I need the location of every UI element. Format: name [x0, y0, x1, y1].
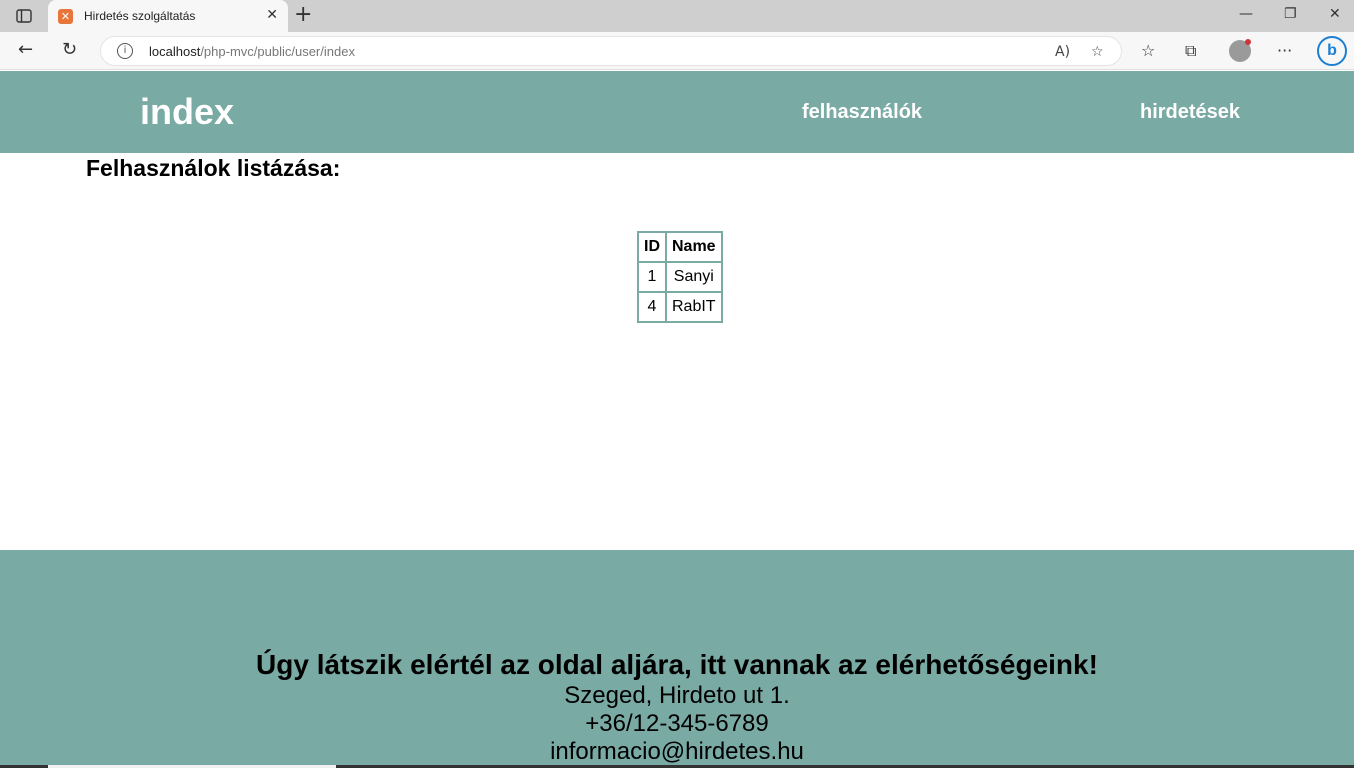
favorites-icon[interactable]: ☆ — [1141, 41, 1155, 60]
page-heading: Felhasználok listázása: — [86, 155, 341, 181]
table-cell-id: 1 — [638, 262, 666, 292]
tab-title: Hirdetés szolgáltatás — [84, 9, 196, 23]
table-header-row: ID Name — [638, 232, 722, 262]
table-cell-id: 4 — [638, 292, 666, 322]
info-icon[interactable]: i — [117, 43, 133, 59]
read-aloud-icon[interactable]: A) — [1055, 44, 1070, 60]
page: index felhasználók hirdetések Felhasznál… — [0, 71, 1354, 768]
column-header-id: ID — [638, 232, 666, 262]
more-icon[interactable]: ··· — [1277, 41, 1292, 60]
address-bar[interactable]: i localhost/php-mvc/public/user/index A)… — [100, 36, 1122, 66]
notification-dot — [1245, 39, 1251, 45]
favicon-icon: ✕ — [58, 9, 73, 24]
nav-link-users[interactable]: felhasználók — [802, 101, 922, 124]
users-table: ID Name 1 Sanyi 4 RabIT — [637, 231, 723, 323]
column-header-name: Name — [666, 232, 722, 262]
footer-title: Úgy látszik elértél az oldal aljára, itt… — [256, 649, 1098, 680]
nav-link-ads[interactable]: hirdetések — [1140, 101, 1240, 124]
site-title: index — [140, 91, 235, 132]
restore-icon[interactable]: ❐ — [1284, 6, 1297, 22]
minimize-icon[interactable]: — — [1239, 6, 1253, 22]
bing-icon[interactable]: b — [1317, 36, 1347, 66]
site-footer: Úgy látszik elértél az oldal aljára, itt… — [0, 550, 1354, 768]
collections-icon[interactable]: ⧉ — [1185, 41, 1196, 61]
close-icon[interactable]: ✕ — [266, 7, 278, 23]
site-header: index felhasználók hirdetések — [0, 71, 1354, 153]
back-icon[interactable]: ← — [18, 40, 33, 60]
refresh-icon[interactable]: ↻ — [62, 40, 77, 60]
table-row: 1 Sanyi — [638, 262, 722, 292]
footer-phone: +36/12-345-6789 — [585, 710, 769, 737]
footer-address: Szeged, Hirdeto ut 1. — [564, 682, 790, 709]
footer-email: informacio@hirdetes.hu — [550, 738, 804, 765]
url-text[interactable]: localhost/php-mvc/public/user/index — [149, 44, 355, 59]
tab-strip: ✕ Hirdetés szolgáltatás ✕ + — ❐ ✕ — [0, 0, 1354, 32]
table-row: 4 RabIT — [638, 292, 722, 322]
new-tab-icon[interactable]: + — [294, 4, 312, 26]
browser-tab[interactable]: ✕ Hirdetés szolgáltatás ✕ — [48, 0, 288, 32]
table-cell-name: Sanyi — [666, 262, 722, 292]
tab-actions-icon[interactable] — [8, 6, 40, 26]
window-close-icon[interactable]: ✕ — [1329, 6, 1341, 22]
browser-toolbar: ← ↻ i localhost/php-mvc/public/user/inde… — [0, 32, 1354, 70]
add-favorite-icon[interactable]: ☆ — [1091, 44, 1104, 60]
table-cell-name: RabIT — [666, 292, 722, 322]
